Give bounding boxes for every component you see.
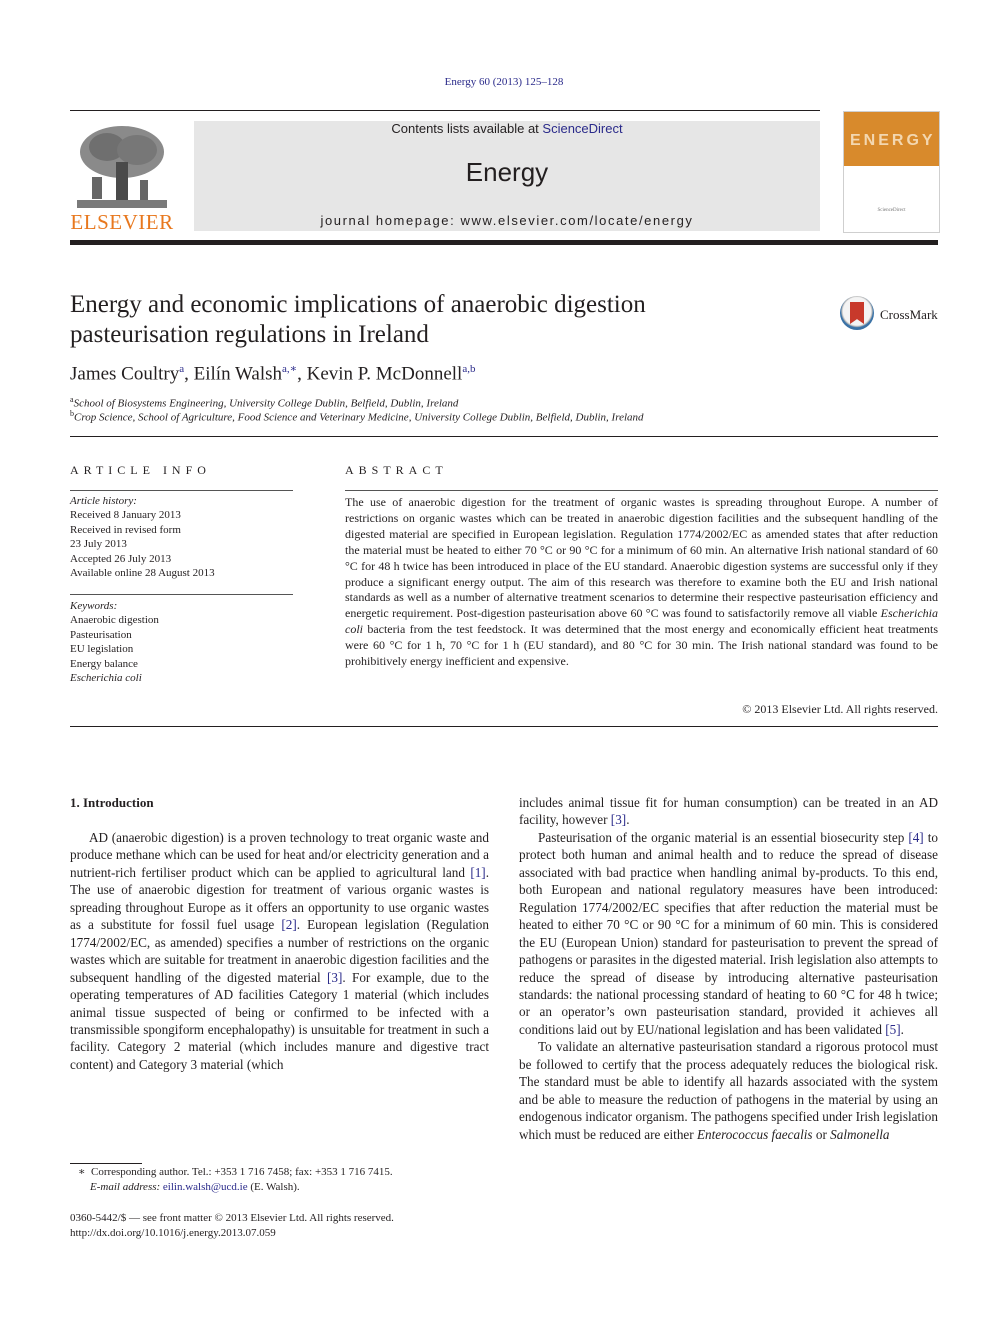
section-heading-introduction: 1. Introduction bbox=[70, 795, 154, 810]
keyword-item: Escherichia coli bbox=[70, 672, 142, 685]
journal-masthead: Contents lists available at ScienceDirec… bbox=[194, 121, 820, 231]
affiliation-a: aSchool of Biosystems Engineering, Unive… bbox=[70, 395, 458, 410]
email-suffix: (E. Walsh). bbox=[247, 1181, 300, 1193]
reference-link[interactable]: [1] bbox=[470, 865, 485, 880]
reference-link[interactable]: [3] bbox=[611, 812, 626, 827]
journal-citation-link[interactable]: Energy 60 (2013) 125–128 bbox=[0, 76, 992, 88]
abstract-heading: ABSTRACT bbox=[345, 463, 448, 477]
reference-link[interactable]: [3] bbox=[327, 970, 342, 985]
paragraph: To validate an alternative pasteurisatio… bbox=[519, 1038, 938, 1143]
corresponding-author-note: ∗ Corresponding author. Tel.: +353 1 716… bbox=[70, 1165, 508, 1180]
species-name: Salmonella bbox=[830, 1126, 890, 1142]
journal-name: Energy bbox=[465, 157, 549, 187]
email-link[interactable]: eilin.walsh@ucd.ie bbox=[163, 1181, 248, 1193]
history-item: Accepted 26 July 2013 bbox=[70, 552, 172, 565]
keyword-item: Anaerobic digestion bbox=[70, 614, 159, 627]
contents-prefix: Contents lists available at bbox=[391, 121, 543, 136]
paragraph-text: or bbox=[812, 1126, 831, 1142]
history-item: Available online 28 August 2013 bbox=[70, 567, 215, 580]
history-item: Received 8 January 2013 bbox=[70, 509, 181, 522]
author-name[interactable]: Kevin P. McDonnell bbox=[307, 363, 463, 384]
journal-homepage-link[interactable]: journal homepage: www.elsevier.com/locat… bbox=[194, 213, 820, 228]
article-history-label: Article history: bbox=[70, 495, 137, 507]
abstract-text: The use of anaerobic digestion for the t… bbox=[345, 495, 938, 670]
paragraph-text: Pasteurisation of the organic material i… bbox=[538, 829, 909, 845]
crossmark-badge[interactable]: CrossMark bbox=[840, 296, 940, 336]
journal-cover-thumbnail[interactable]: ENERGY ScienceDirect bbox=[843, 111, 940, 233]
species-name: Enterococcus faecalis bbox=[696, 1126, 813, 1142]
keywords-label: Keywords: bbox=[70, 600, 118, 612]
contents-line: Contents lists available at ScienceDirec… bbox=[194, 121, 820, 136]
affiliation-text: School of Biosystems Engineering, Univer… bbox=[73, 397, 459, 410]
article-title-line2: pasteurisation regulations in Ireland bbox=[70, 321, 429, 348]
keywords-rule bbox=[70, 594, 293, 595]
footnote-rule bbox=[70, 1163, 142, 1164]
article-info-heading: ARTICLE INFO bbox=[70, 463, 211, 477]
author-separator: , bbox=[184, 363, 194, 385]
paragraph-text: AD (anaerobic digestion) is a proven tec… bbox=[70, 830, 489, 880]
sciencedirect-link[interactable]: ScienceDirect bbox=[542, 121, 622, 136]
paragraph: AD (anaerobic digestion) is a proven tec… bbox=[70, 829, 489, 1073]
elsevier-wordmark: ELSEVIER bbox=[70, 210, 174, 234]
footnote-text: Corresponding author. Tel.: +353 1 716 7… bbox=[90, 1166, 393, 1178]
reference-link[interactable]: [2] bbox=[281, 917, 296, 932]
email-note: E-mail address: eilin.walsh@ucd.ie (E. W… bbox=[70, 1180, 520, 1195]
author-affiliation-mark[interactable]: a,b bbox=[462, 363, 475, 375]
affiliation-text: Crop Science, School of Agriculture, Foo… bbox=[74, 411, 644, 424]
affiliation-b: bCrop Science, School of Agriculture, Fo… bbox=[70, 409, 644, 424]
author-name[interactable]: Eilín Walsh bbox=[194, 363, 282, 384]
keywords-list: Keywords: Anaerobic digestion Pasteurisa… bbox=[70, 599, 293, 685]
paragraph: Pasteurisation of the organic material i… bbox=[519, 829, 938, 1038]
keyword-item: EU legislation bbox=[70, 643, 134, 656]
author-list: James Coultrya, Eilín Walsha,∗, Kevin P.… bbox=[70, 362, 475, 385]
doi-link[interactable]: http://dx.doi.org/10.1016/j.energy.2013.… bbox=[70, 1226, 500, 1241]
crossmark-label: CrossMark bbox=[880, 307, 938, 322]
history-item: Received in revised form bbox=[70, 523, 181, 536]
paragraph-text: . bbox=[626, 812, 630, 828]
keyword-item: Pasteurisation bbox=[70, 628, 132, 641]
masthead-rule bbox=[70, 240, 938, 245]
footnote-star: ∗ bbox=[78, 1166, 86, 1178]
paragraph-text: includes animal tissue fit for human con… bbox=[519, 795, 938, 828]
front-matter-note: 0360-5442/$ — see front matter © 2013 El… bbox=[70, 1212, 394, 1224]
article-history: Article history: Received 8 January 2013… bbox=[70, 494, 293, 580]
abstract-copyright: © 2013 Elsevier Ltd. All rights reserved… bbox=[742, 702, 938, 716]
paragraph: includes animal tissue fit for human con… bbox=[519, 794, 938, 829]
elsevier-logo[interactable]: ELSEVIER bbox=[70, 122, 174, 234]
paragraph-text: . bbox=[900, 1021, 904, 1037]
email-label: E-mail address: bbox=[90, 1181, 161, 1193]
section-rule bbox=[70, 436, 938, 437]
article-title-line1: Energy and economic implications of anae… bbox=[70, 291, 646, 318]
cover-title: ENERGY bbox=[850, 132, 936, 149]
author-separator: , bbox=[297, 363, 307, 385]
article-info-rule bbox=[70, 490, 293, 491]
cover-publisher: ScienceDirect bbox=[877, 208, 906, 213]
body-column-right: includes animal tissue fit for human con… bbox=[519, 794, 938, 1143]
abstract-bottom-rule bbox=[70, 726, 938, 727]
article-title: Energy and economic implications of anae… bbox=[70, 290, 770, 350]
body-column-left: AD (anaerobic digestion) is a proven tec… bbox=[70, 829, 489, 1073]
reference-link[interactable]: [4] bbox=[908, 830, 923, 845]
abstract-text-part: bacteria from the test feedstock. It was… bbox=[345, 622, 938, 669]
header-rule bbox=[70, 110, 820, 111]
abstract-text-part: The use of anaerobic digestion for the t… bbox=[345, 495, 938, 621]
author-name[interactable]: James Coultry bbox=[70, 363, 179, 384]
history-item: 23 July 2013 bbox=[70, 538, 127, 551]
reference-link[interactable]: [5] bbox=[885, 1022, 900, 1037]
paragraph-text: to protect both human and animal health … bbox=[519, 829, 938, 1037]
elsevier-tree-icon bbox=[72, 122, 172, 210]
author-affiliation-mark[interactable]: a,∗ bbox=[282, 363, 297, 375]
keyword-item: Energy balance bbox=[70, 657, 138, 670]
abstract-rule bbox=[345, 490, 938, 491]
